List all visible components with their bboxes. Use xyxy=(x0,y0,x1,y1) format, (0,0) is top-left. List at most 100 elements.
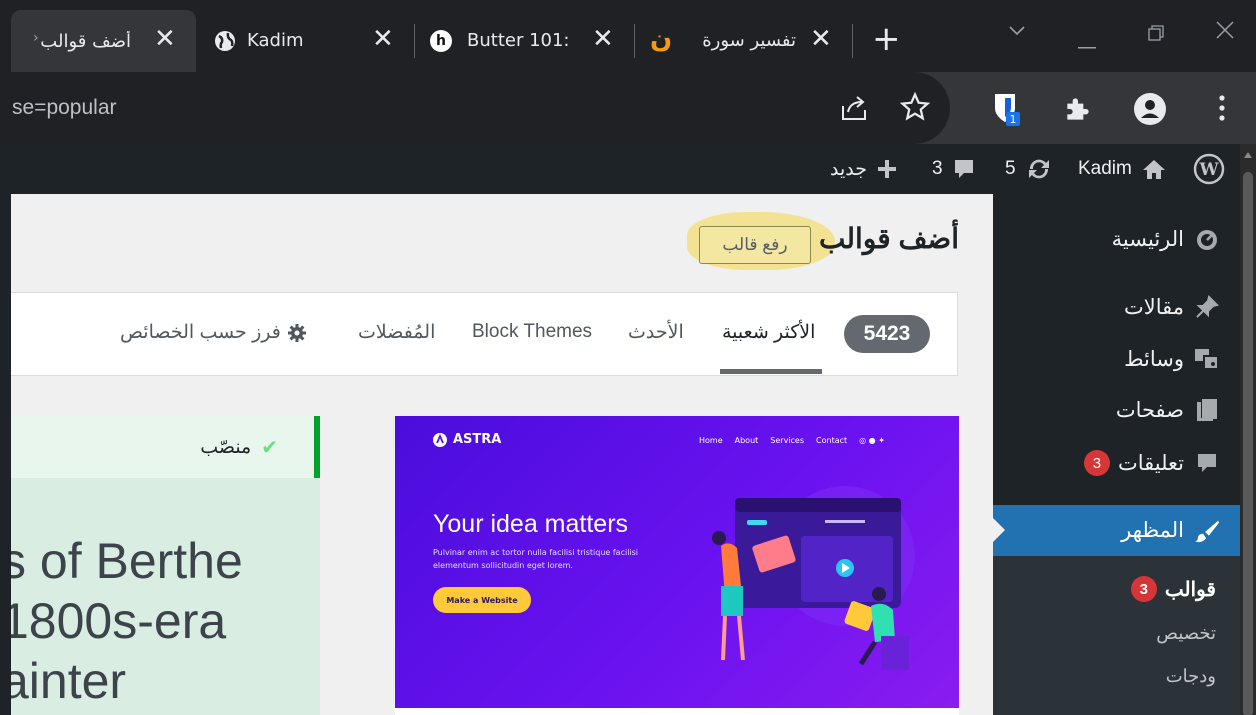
comment-icon xyxy=(1194,450,1220,476)
comments-link[interactable]: 3 xyxy=(932,144,975,194)
healthline-logo-icon: h xyxy=(430,30,452,52)
scrollbar-thumb[interactable] xyxy=(1243,172,1253,715)
dashboard-icon xyxy=(1194,226,1220,252)
tab-separator xyxy=(634,24,635,58)
site-name: Kadim xyxy=(1078,158,1132,179)
menu-label: المظهر xyxy=(1121,519,1184,542)
profile-avatar-icon[interactable] xyxy=(1133,92,1167,126)
wordpress-logo-icon[interactable]: W xyxy=(1193,144,1225,194)
submenu-label: قوالب xyxy=(1164,578,1216,601)
menu-item-posts[interactable]: مقالات xyxy=(993,282,1240,332)
extension-badge: 1 xyxy=(1010,113,1017,126)
appearance-submenu: 3 قوالب تخصيص ودجات xyxy=(993,556,1240,715)
restore-icon[interactable] xyxy=(1148,22,1164,46)
theme-count-badge: 5423 xyxy=(844,315,930,353)
comments-count: 3 xyxy=(932,158,943,179)
tab-tafseer[interactable]: ن تفسير سورة ✕ xyxy=(636,10,850,72)
updates-count: 5 xyxy=(1005,158,1016,179)
comment-bubble-icon xyxy=(954,160,973,178)
tab-add-themes[interactable]: أضف قوالب › ✕ xyxy=(11,10,196,72)
menu-item-dashboard[interactable]: الرئيسية xyxy=(993,214,1240,264)
page-left-edge xyxy=(0,144,11,715)
scroll-up-arrow-icon[interactable] xyxy=(1244,152,1252,158)
home-icon xyxy=(1142,160,1165,179)
preview-nav-item: Services xyxy=(770,436,805,445)
preview-text-line: s of Berthe xyxy=(11,533,243,589)
tab-latest[interactable]: الأحدث xyxy=(628,321,684,344)
kebab-menu-icon[interactable] xyxy=(1218,94,1226,122)
menu-item-comments[interactable]: 3 تعليقات xyxy=(993,438,1240,488)
themes-badge: 3 xyxy=(1130,576,1157,602)
menu-item-media[interactable]: وسائط xyxy=(993,334,1240,384)
upload-theme-button[interactable]: رفع قالب xyxy=(699,226,811,264)
globe-icon xyxy=(214,30,236,52)
wp-admin-menu: الرئيسية مقالات وسائط صفحات 3 تعليقات ال… xyxy=(993,194,1240,715)
close-tab-icon[interactable]: ✕ xyxy=(372,26,394,52)
active-tab-underline xyxy=(720,369,822,374)
plus-icon xyxy=(877,160,896,178)
theme-card-astra[interactable]: ASTRA Home About Services Contact ◎ ● ✦ … xyxy=(395,416,959,715)
bitwarden-extension-icon[interactable]: 1 xyxy=(992,92,1022,126)
tab-popular[interactable]: الأكثر شعبية xyxy=(722,321,815,344)
tab-block-themes[interactable]: Block Themes xyxy=(472,321,592,343)
address-bar[interactable]: se=popular xyxy=(0,72,950,144)
preview-subtext: Pulvinar enim ac tortor nulla facilisi t… xyxy=(433,548,639,570)
tab-butter[interactable]: h Butter 101: N ✕ xyxy=(416,10,634,72)
theme-card-installed[interactable]: منصّب ✔ s of Berthe 1800s-era ainter xyxy=(11,416,320,715)
preview-text-line: ainter xyxy=(11,653,127,709)
updates-link[interactable]: 5 xyxy=(1005,144,1052,194)
close-tab-icon[interactable]: ✕ xyxy=(810,26,832,52)
preview-social-icons: ◎ ● ✦ xyxy=(859,436,885,445)
theme-filter-bar: 5423 الأكثر شعبية الأحدث Block Themes ال… xyxy=(11,292,958,376)
close-tab-icon[interactable]: ✕ xyxy=(154,26,176,52)
menu-label: الرئيسية xyxy=(1111,227,1184,251)
extensions-puzzle-icon[interactable] xyxy=(1062,93,1094,125)
astra-logo: ASTRA xyxy=(433,432,501,447)
astra-logo-icon xyxy=(433,432,447,447)
menu-item-pages[interactable]: صفحات xyxy=(993,385,1240,435)
feature-filter-button[interactable]: فرز حسب الخصائص xyxy=(120,321,307,344)
preview-cta: Make a Website xyxy=(433,587,531,613)
menu-label: مقالات xyxy=(1123,295,1184,319)
new-content-link[interactable]: جديد xyxy=(830,144,897,194)
media-icon xyxy=(1194,346,1220,372)
menu-item-appearance[interactable]: المظهر xyxy=(993,505,1240,556)
new-tab-button[interactable]: + xyxy=(872,22,901,56)
checkmark-icon: ✔ xyxy=(261,436,278,459)
site-name-link[interactable]: Kadim xyxy=(1078,144,1166,194)
minimize-icon[interactable] xyxy=(1078,30,1096,54)
close-tab-icon[interactable]: ✕ xyxy=(592,26,614,52)
browser-toolbar: se=popular 1 xyxy=(0,72,1256,144)
svg-text:W: W xyxy=(1198,160,1219,180)
close-window-icon[interactable] xyxy=(1216,20,1234,44)
preview-nav-item: Home xyxy=(699,436,723,445)
submenu-item-customize[interactable]: تخصيص xyxy=(1156,623,1216,644)
browser-tab-strip: أضف قوالب › ✕ Kadim ✕ h Butter 101: N ✕ … xyxy=(0,0,1256,72)
menu-label: صفحات xyxy=(1115,398,1184,422)
menu-label: وسائط xyxy=(1124,347,1184,371)
submenu-item-widgets[interactable]: ودجات xyxy=(1166,666,1216,687)
brush-icon xyxy=(1194,518,1220,544)
tab-search-icon[interactable] xyxy=(1008,18,1026,42)
installed-label: منصّب xyxy=(200,436,252,458)
tab-title: Kadim xyxy=(247,30,304,51)
submenu-item-themes[interactable]: 3 قوالب xyxy=(1130,576,1216,602)
url-text[interactable]: se=popular xyxy=(12,96,117,120)
tab-kadim[interactable]: Kadim ✕ xyxy=(196,10,414,72)
tab-title: Butter 101: N xyxy=(467,30,577,51)
gear-icon xyxy=(287,323,306,342)
wp-admin-bar: W Kadim 5 3 جديد xyxy=(0,144,1240,194)
tab-separator xyxy=(852,24,853,58)
main-content: رفع قالب أضف قوالب 5423 الأكثر شعبية الأ… xyxy=(11,194,993,715)
installed-notice: منصّب ✔ xyxy=(11,416,320,478)
bookmark-star-icon[interactable] xyxy=(900,92,930,122)
tab-favorites[interactable]: المُفضلات xyxy=(358,321,435,344)
theme-screenshot[interactable]: ASTRA Home About Services Contact ◎ ● ✦ … xyxy=(395,416,959,708)
tab-separator xyxy=(414,24,415,58)
preview-text-line: 1800s-era xyxy=(11,593,227,649)
page-scrollbar[interactable] xyxy=(1240,144,1256,715)
chevron-icon: › xyxy=(33,30,39,46)
comments-badge: 3 xyxy=(1083,450,1110,476)
share-icon[interactable] xyxy=(840,94,870,122)
pages-icon xyxy=(1194,397,1220,423)
